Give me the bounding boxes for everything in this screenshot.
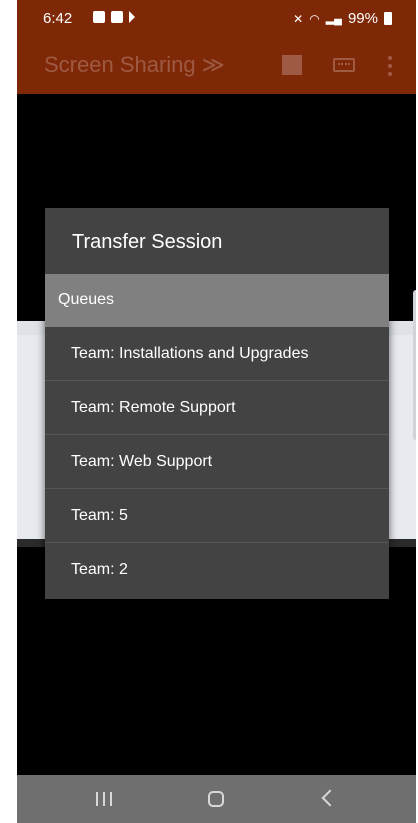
stop-icon[interactable] — [282, 55, 302, 75]
queue-list: Team: Installations and Upgrades Team: R… — [45, 327, 389, 597]
queue-item-label: Team: Web Support — [71, 453, 213, 470]
queue-item-remote-support[interactable]: Team: Remote Support — [45, 381, 389, 435]
recent-apps-icon[interactable] — [96, 792, 114, 806]
system-nav-bar — [17, 775, 416, 823]
queue-item-web-support[interactable]: Team: Web Support — [45, 435, 389, 489]
queues-section-header: Queues — [45, 274, 389, 327]
queue-item-label: Team: Remote Support — [71, 399, 236, 416]
side-panel-handle[interactable] — [413, 290, 416, 440]
back-icon[interactable] — [321, 789, 339, 807]
mute-icon: ✕ — [293, 11, 304, 26]
signal-icon: ▂▄ — [325, 13, 342, 25]
keyboard-icon[interactable] — [333, 58, 355, 72]
queue-item-team-2[interactable]: Team: 2 — [45, 543, 389, 597]
queue-item-team-5[interactable]: Team: 5 — [45, 489, 389, 543]
cast-icon — [129, 11, 135, 23]
double-chevron-right-icon: ≫ — [201, 52, 225, 77]
battery-level: 99% — [347, 10, 378, 27]
image-icon — [93, 11, 105, 23]
battery-charging-icon — [384, 12, 392, 25]
more-vert-icon[interactable] — [387, 54, 393, 78]
queue-item-installations-upgrades[interactable]: Team: Installations and Upgrades — [45, 327, 389, 381]
app-title: Screen Sharing ≫ — [44, 52, 225, 78]
app-title-label: Screen Sharing — [44, 52, 196, 77]
status-bar: 6:42 ✕ ◠ ▂▄ 99% — [17, 0, 416, 38]
phone-screen: 6:42 ✕ ◠ ▂▄ 99% Screen Sharing ≫ Transfe… — [17, 0, 416, 823]
queue-item-label: Team: 5 — [71, 507, 128, 524]
status-time: 6:42 — [43, 10, 73, 27]
queue-item-label: Team: Installations and Upgrades — [71, 345, 309, 362]
transfer-session-dialog: Transfer Session Queues Team: Installati… — [45, 208, 389, 599]
queue-item-label: Team: 2 — [71, 561, 128, 578]
home-icon[interactable] — [208, 791, 224, 807]
queues-label: Queues — [58, 291, 115, 308]
app-bar: Screen Sharing ≫ — [17, 38, 416, 94]
wifi-icon: ◠ — [309, 11, 320, 26]
close-box-icon — [111, 11, 123, 23]
dialog-title: Transfer Session — [72, 231, 223, 253]
